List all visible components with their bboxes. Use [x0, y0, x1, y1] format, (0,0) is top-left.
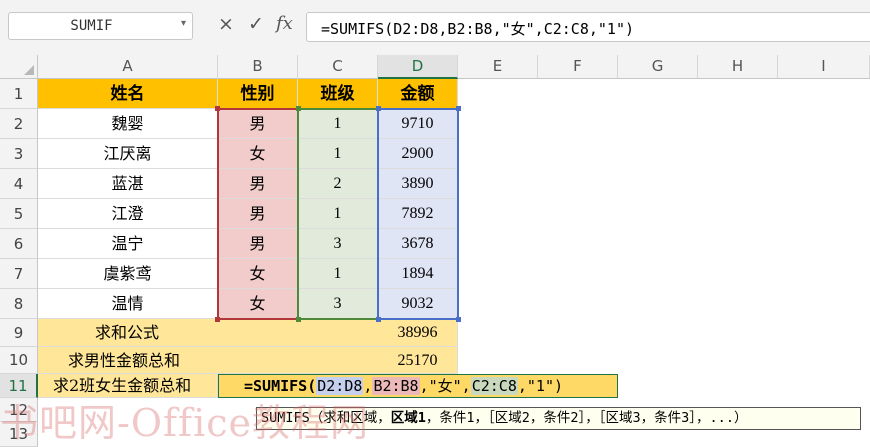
range-handle[interactable]: [296, 106, 301, 111]
cell-amount[interactable]: 2900: [378, 139, 458, 169]
column-header-c[interactable]: C: [298, 55, 378, 79]
cell-name[interactable]: 江厌离: [38, 139, 218, 169]
formula-criterion-class: ,"1"): [517, 377, 564, 395]
column-header-i[interactable]: I: [778, 55, 870, 79]
chevron-down-icon[interactable]: ▾: [181, 18, 186, 29]
column-header-g[interactable]: G: [618, 55, 698, 79]
cell-gender[interactable]: 女: [218, 289, 298, 319]
row-header-5[interactable]: 5: [0, 199, 38, 229]
function-argument-tooltip: SUMIFS（求和区域，区域1，条件1，［区域2，条件2］，［区域3，条件3］，…: [256, 407, 861, 430]
summary-value-total[interactable]: 38996: [378, 319, 458, 347]
formula-text: =SUMIFS(D2:D8,B2:B8,"女",C2:C8,"1"): [321, 20, 635, 38]
row-header-13[interactable]: 13: [0, 422, 38, 447]
cell-amount[interactable]: 1894: [378, 259, 458, 289]
row-header-10[interactable]: 10: [0, 347, 38, 374]
row-header-7[interactable]: 7: [0, 259, 38, 289]
table-header-name[interactable]: 姓名: [38, 79, 218, 109]
range-handle[interactable]: [456, 106, 461, 111]
select-all-corner[interactable]: [0, 55, 38, 79]
cell-class[interactable]: 1: [298, 199, 378, 229]
formula-criterion-female: ,"女",: [419, 377, 471, 395]
table-header-amount[interactable]: 金额: [378, 79, 458, 109]
row-header-2[interactable]: 2: [0, 109, 38, 139]
cell-amount[interactable]: 9032: [378, 289, 458, 319]
formula-ref-gender-range[interactable]: B2:B8: [372, 377, 420, 395]
cell-amount[interactable]: 9710: [378, 109, 458, 139]
range-handle[interactable]: [456, 317, 461, 322]
cell-name[interactable]: 虞紫鸢: [38, 259, 218, 289]
cell-amount[interactable]: 3890: [378, 169, 458, 199]
tooltip-current-argument: 区域1: [390, 410, 426, 426]
cell-name[interactable]: 温情: [38, 289, 218, 319]
tooltip-open: （求和区域，: [309, 410, 391, 426]
table-header-gender[interactable]: 性别: [218, 79, 298, 109]
insert-function-icon[interactable]: fx: [276, 13, 293, 34]
cancel-icon[interactable]: ×: [218, 13, 234, 35]
row-header-9[interactable]: 9: [0, 319, 38, 347]
range-handle[interactable]: [215, 317, 220, 322]
column-header-a[interactable]: A: [38, 55, 218, 79]
cell-gender[interactable]: 男: [218, 169, 298, 199]
column-header-e[interactable]: E: [458, 55, 538, 79]
row-header-12[interactable]: 12: [0, 398, 38, 422]
formula-input[interactable]: =SUMIFS(D2:D8,B2:B8,"女",C2:C8,"1"): [306, 12, 870, 42]
cell-gender[interactable]: 男: [218, 199, 298, 229]
table-header-class[interactable]: 班级: [298, 79, 378, 109]
summary-label-class2-female[interactable]: 求2班女生金额总和: [38, 374, 218, 398]
tooltip-function-name[interactable]: SUMIFS: [261, 410, 310, 426]
enter-check-icon[interactable]: ✓: [248, 13, 264, 35]
formula-function-name: =SUMIFS(: [244, 377, 317, 395]
cell-name[interactable]: 蓝湛: [38, 169, 218, 199]
tooltip-remaining-arguments: ，条件1，［区域2，条件2］，［区域3，条件3］，...）: [425, 410, 748, 426]
row-header-3[interactable]: 3: [0, 139, 38, 169]
column-header-d[interactable]: D: [378, 55, 458, 79]
summary-value-male[interactable]: 25170: [378, 347, 458, 374]
range-handle[interactable]: [296, 317, 301, 322]
row-header-8[interactable]: 8: [0, 289, 38, 319]
summary-label-male[interactable]: 求男性金额总和: [38, 347, 378, 374]
range-handle[interactable]: [215, 106, 220, 111]
cell-class[interactable]: 1: [298, 259, 378, 289]
cell-class[interactable]: 3: [298, 229, 378, 259]
cell-gender[interactable]: 男: [218, 229, 298, 259]
row-header-6[interactable]: 6: [0, 229, 38, 259]
column-header-h[interactable]: H: [698, 55, 778, 79]
row-header-11[interactable]: 11: [0, 374, 38, 398]
range-handle[interactable]: [376, 317, 381, 322]
name-box[interactable]: SUMIF ▾: [8, 12, 193, 40]
row-header-4[interactable]: 4: [0, 169, 38, 199]
cell-gender[interactable]: 女: [218, 259, 298, 289]
column-header-b[interactable]: B: [218, 55, 298, 79]
cell-gender[interactable]: 男: [218, 109, 298, 139]
cell-name[interactable]: 魏婴: [38, 109, 218, 139]
formula-ref-class-range[interactable]: C2:C8: [470, 377, 518, 395]
editing-cell[interactable]: =SUMIFS(D2:D8,B2:B8,"女",C2:C8,"1"): [218, 374, 618, 398]
row-header-1[interactable]: 1: [0, 79, 38, 109]
cell-gender[interactable]: 女: [218, 139, 298, 169]
cell-class[interactable]: 2: [298, 169, 378, 199]
cell-class[interactable]: 3: [298, 289, 378, 319]
formula-ref-amount-range[interactable]: D2:D8: [316, 377, 364, 395]
formula-bar: SUMIF ▾ × ✓ fx =SUMIFS(D2:D8,B2:B8,"女",C…: [0, 0, 870, 55]
summary-label-total[interactable]: 求和公式: [38, 319, 378, 347]
cell-name[interactable]: 江澄: [38, 199, 218, 229]
name-box-value: SUMIF: [70, 18, 113, 34]
cell-name[interactable]: 温宁: [38, 229, 218, 259]
cell-class[interactable]: 1: [298, 109, 378, 139]
range-handle[interactable]: [376, 106, 381, 111]
cell-amount[interactable]: 3678: [378, 229, 458, 259]
column-header-f[interactable]: F: [538, 55, 618, 79]
cell-amount[interactable]: 7892: [378, 199, 458, 229]
cell-class[interactable]: 1: [298, 139, 378, 169]
